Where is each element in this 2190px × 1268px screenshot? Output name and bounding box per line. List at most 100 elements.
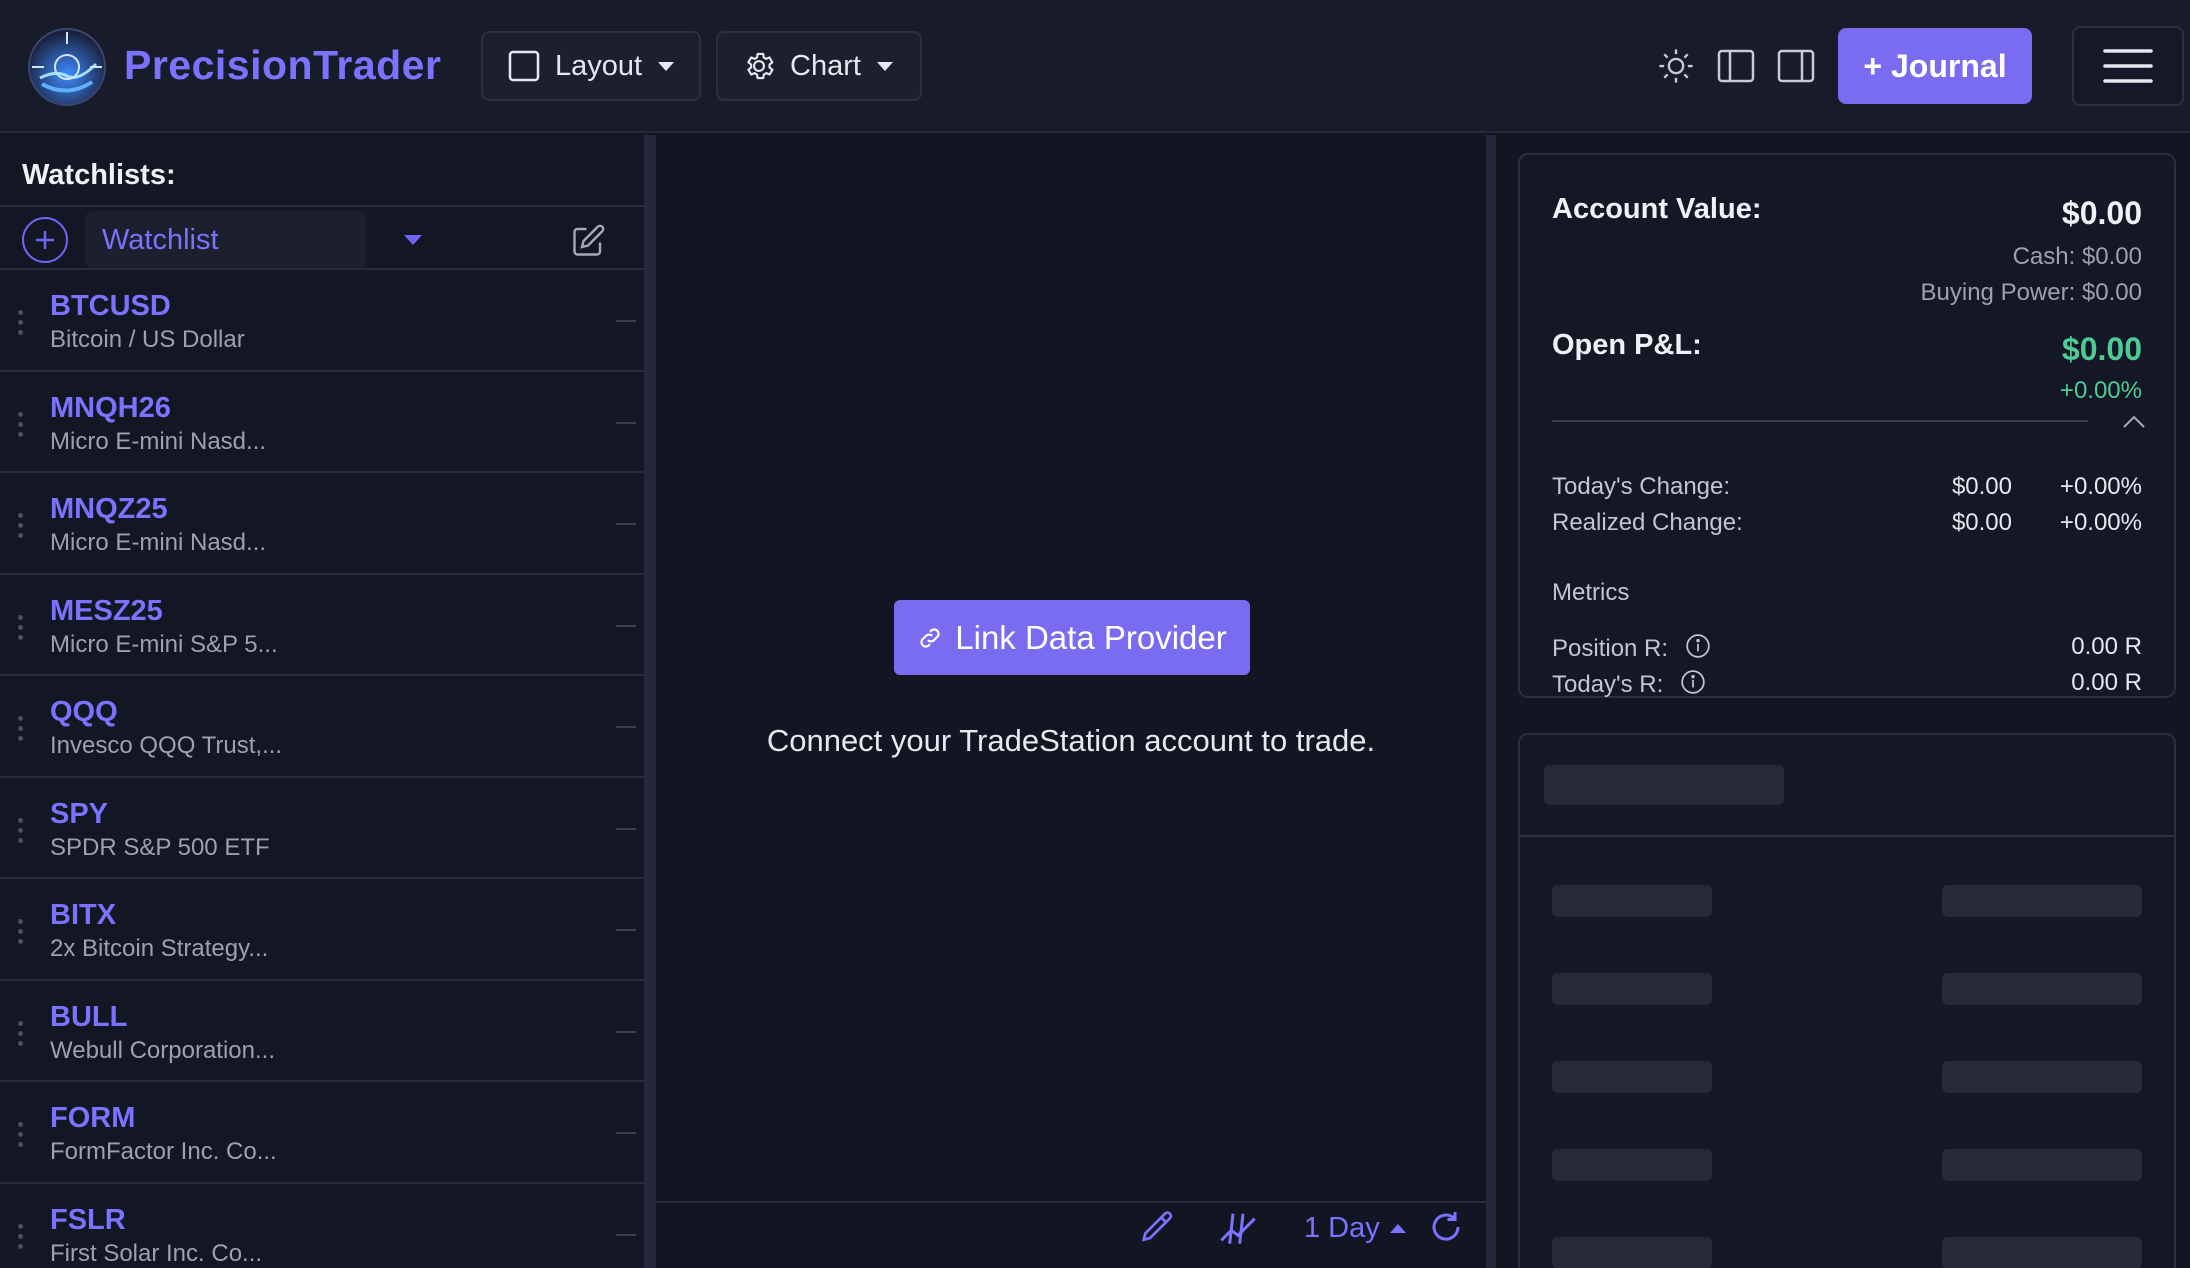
account-summary-card: Account Value: $0.00 Cash: $0.00 Buying … (1518, 153, 2176, 698)
symbol[interactable]: SPY (50, 798, 108, 831)
account-panel: Account Value: $0.00 Cash: $0.00 Buying … (1496, 135, 2190, 1268)
symbol[interactable]: FSLR (50, 1204, 126, 1237)
symbol-description: 2x Bitcoin Strategy... (50, 935, 269, 962)
list-item[interactable]: QQQ Invesco QQQ Trust,... (0, 674, 646, 776)
list-item[interactable]: FORM FormFactor Inc. Co... (0, 1080, 646, 1182)
drag-handle-icon[interactable] (18, 513, 24, 543)
skeleton-line (1942, 1061, 2142, 1093)
hamburger-menu-button[interactable] (2072, 26, 2184, 106)
symbol[interactable]: BULL (50, 1001, 127, 1034)
skeleton-title (1544, 765, 1784, 805)
list-item[interactable]: SPY SPDR S&P 500 ETF (0, 775, 646, 878)
watchlist-select[interactable]: Watchlist (86, 211, 366, 269)
left-panel-resize-handle[interactable] (646, 135, 656, 1268)
todays-r-row: Today's R: (1552, 669, 1706, 702)
chart-dropdown[interactable]: Chart (716, 31, 922, 101)
symbol[interactable]: MNQH26 (50, 392, 171, 425)
drag-handle-icon[interactable] (18, 411, 24, 442)
watchlist-items: BTCUSD Bitcoin / US Dollar MNQH26 Micro … (0, 268, 646, 1268)
dash-placeholder (616, 1233, 636, 1236)
link-icon (920, 627, 940, 648)
chevron-down-icon[interactable] (404, 235, 422, 245)
drag-handle-icon[interactable] (18, 310, 24, 340)
buying-power-value: Buying Power: $0.00 (1920, 279, 2142, 306)
dash-placeholder (616, 320, 636, 322)
drag-handle-icon[interactable] (18, 1020, 24, 1051)
toggle-left-panel-icon[interactable] (1716, 46, 1756, 86)
drag-handle-icon[interactable] (18, 817, 24, 848)
layout-dropdown[interactable]: Layout (481, 31, 701, 101)
theme-toggle-sun-icon[interactable] (1656, 46, 1696, 86)
symbol[interactable]: QQQ (50, 696, 118, 729)
refresh-icon[interactable] (1424, 1205, 1468, 1249)
chevron-up-icon[interactable] (1390, 1224, 1406, 1233)
chevron-up-icon[interactable] (2120, 411, 2148, 431)
open-pnl-value: $0.00 (2061, 331, 2142, 367)
cash-value: Cash: $0.00 (2012, 243, 2142, 270)
symbol-description: Invesco QQQ Trust,... (50, 732, 283, 759)
dash-placeholder (616, 421, 636, 424)
drag-handle-icon[interactable] (18, 614, 24, 645)
pencil-draw-icon[interactable] (1136, 1205, 1180, 1249)
skeleton-line (1552, 1061, 1712, 1093)
add-journal-button[interactable]: + Journal (1838, 28, 2032, 104)
info-icon[interactable] (1685, 633, 1711, 666)
skeleton-line (1942, 1149, 2142, 1181)
position-r-label: Position R: (1552, 634, 1669, 662)
plus-icon (36, 231, 54, 249)
layout-icon (507, 49, 541, 83)
connect-message: Connect your TradeStation account to tra… (766, 723, 1376, 758)
chart-area: Link Data Provider Connect your TradeSta… (656, 135, 1486, 1268)
divider (1552, 420, 2088, 422)
chevron-down-icon (658, 61, 675, 71)
link-data-provider-button[interactable]: Link Data Provider (894, 600, 1250, 675)
watchlist-sidebar: Watchlists: Watchlist BTCUSD Bitcoin / U… (0, 135, 646, 1268)
todays-r-label: Today's R: (1552, 670, 1664, 698)
account-value-label: Account Value: (1552, 193, 1762, 225)
drag-handle-icon[interactable] (18, 919, 24, 949)
account-value: $0.00 (2061, 195, 2142, 231)
list-item[interactable]: MESZ25 Micro E-mini S&P 5... (0, 572, 646, 675)
position-r-row: Position R: (1552, 633, 1711, 666)
list-item[interactable]: MNQH26 Micro E-mini Nasd... (0, 369, 646, 472)
skeleton-line (1942, 1237, 2142, 1268)
toggle-right-panel-icon[interactable] (1776, 46, 1816, 86)
todays-change-percent: +0.00% (2059, 473, 2142, 500)
edit-watchlist-icon[interactable] (570, 223, 606, 259)
add-watchlist-button[interactable] (22, 217, 68, 263)
symbol-description: Micro E-mini S&P 5... (50, 630, 278, 658)
position-r-value: 0.00 R (2071, 633, 2142, 660)
symbol[interactable]: BTCUSD (50, 290, 171, 323)
brand-logo-icon (26, 26, 108, 108)
list-item[interactable]: MNQZ25 Micro E-mini Nasd... (0, 471, 646, 573)
list-item[interactable]: BITX 2x Bitcoin Strategy... (0, 877, 646, 979)
info-icon[interactable] (1680, 669, 1706, 702)
symbol[interactable]: BITX (50, 899, 116, 932)
dash-placeholder (616, 1030, 636, 1033)
list-item[interactable]: FSLR First Solar Inc. Co... (0, 1181, 646, 1268)
skeleton-line (1942, 885, 2142, 917)
timeframe-selector[interactable]: 1 Day (1304, 1212, 1380, 1245)
chart-toolbar-divider (656, 1201, 1486, 1203)
symbol-description: Micro E-mini Nasd... (50, 427, 267, 455)
symbol[interactable]: MNQZ25 (50, 493, 168, 526)
todays-change-label: Today's Change: (1552, 473, 1731, 500)
divider (0, 205, 646, 207)
drag-handle-icon[interactable] (18, 716, 24, 746)
symbol[interactable]: MESZ25 (50, 595, 163, 628)
symbol[interactable]: FORM (50, 1102, 135, 1135)
symbol-description: Bitcoin / US Dollar (50, 326, 245, 353)
list-item[interactable]: BTCUSD Bitcoin / US Dollar (0, 268, 646, 370)
todays-r-value: 0.00 R (2071, 669, 2142, 696)
drag-handle-icon[interactable] (18, 1223, 24, 1254)
dash-placeholder (616, 624, 636, 627)
skeleton-line (1552, 885, 1712, 917)
indicators-icon[interactable] (1216, 1205, 1260, 1249)
list-item[interactable]: BULL Webull Corporation... (0, 978, 646, 1081)
watchlists-title: Watchlists: (22, 159, 176, 191)
drag-handle-icon[interactable] (18, 1122, 24, 1152)
right-panel-resize-handle[interactable] (1486, 135, 1496, 1268)
top-bar: PrecisionTrader Layout Chart + Journal (0, 0, 2190, 133)
loading-skeleton-card (1518, 733, 2176, 1268)
menu-icon (2103, 49, 2153, 83)
